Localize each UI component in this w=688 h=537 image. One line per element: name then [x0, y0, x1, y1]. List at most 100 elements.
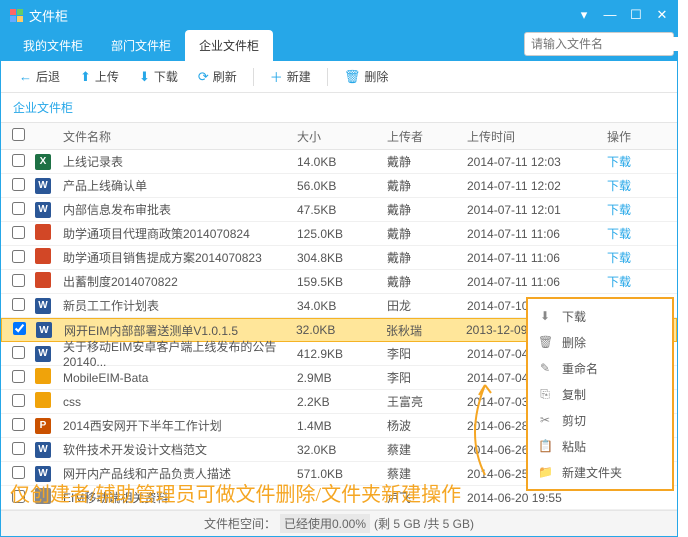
table-row[interactable]: X上线记录表14.0KB戴静2014-07-11 12:03下载: [1, 150, 677, 174]
row-checkbox[interactable]: [12, 154, 25, 167]
context-menu: ⬇下载🗑删除✎重命名⎘复制✂剪切📋粘贴📁新建文件夹: [526, 297, 674, 491]
menu-item[interactable]: 📋粘贴: [528, 433, 672, 459]
file-size: 125.0KB: [297, 227, 387, 241]
dropdown-button[interactable]: ▾: [577, 7, 591, 23]
titlebar: 文件柜 ▾ — ☐ ✕: [1, 1, 677, 29]
download-link[interactable]: 下载: [607, 203, 631, 217]
col-time[interactable]: 上传时间: [467, 128, 607, 145]
file-name: 内部信息发布审批表: [59, 201, 297, 218]
file-icon: P: [35, 418, 51, 434]
file-name: 助学通项目销售提成方案2014070823: [59, 249, 297, 266]
file-name: 出蓄制度2014070822: [59, 273, 297, 290]
window-controls: ▾ — ☐ ✕: [577, 7, 669, 23]
maximize-button[interactable]: ☐: [629, 7, 643, 23]
file-uploader: 戴静: [387, 153, 467, 170]
menu-icon: 📋: [538, 439, 552, 453]
download-button[interactable]: ⬇下载: [131, 65, 186, 88]
download-link[interactable]: 下载: [607, 251, 631, 265]
file-size: 34.0KB: [297, 299, 387, 313]
menu-icon: 🗑: [538, 335, 552, 349]
row-checkbox[interactable]: [12, 442, 25, 455]
file-name: 上线记录表: [59, 153, 297, 170]
file-time: 2014-06-20 19:55: [467, 491, 607, 505]
file-name: MobileEIM-Bata: [59, 371, 297, 385]
row-checkbox[interactable]: [13, 322, 26, 335]
row-checkbox[interactable]: [12, 226, 25, 239]
file-size: 32.0KB: [296, 323, 386, 337]
menu-item[interactable]: ⎘复制: [528, 381, 672, 407]
toolbar: ←后退 ⬆上传 ⬇下载 ⟳刷新 ＋新建 🗑删除: [1, 61, 677, 93]
file-icon: W: [35, 178, 51, 194]
row-checkbox[interactable]: [12, 346, 25, 359]
refresh-button[interactable]: ⟳刷新: [190, 65, 245, 88]
tab-2[interactable]: 企业文件柜: [185, 30, 273, 61]
file-icon: [35, 272, 51, 288]
file-name: 产品上线确认单: [59, 177, 297, 194]
file-time: 2014-07-11 11:06: [467, 275, 607, 289]
menu-item[interactable]: ⬇下载: [528, 303, 672, 329]
col-uploader[interactable]: 上传者: [387, 128, 467, 145]
menu-item[interactable]: ✎重命名: [528, 355, 672, 381]
menu-label: 重命名: [562, 360, 598, 377]
table-row[interactable]: 助学通项目代理商政策2014070824125.0KB戴静2014-07-11 …: [1, 222, 677, 246]
file-uploader: 蔡建: [387, 441, 467, 458]
col-name[interactable]: 文件名称: [59, 128, 297, 145]
menu-label: 下载: [562, 308, 586, 325]
file-name: 助学通项目代理商政策2014070824: [59, 225, 297, 242]
file-size: 2.9MB: [297, 371, 387, 385]
menu-item[interactable]: 🗑删除: [528, 329, 672, 355]
file-size: 412.9KB: [297, 347, 387, 361]
file-name: 网开EIM内部部署送测单V1.0.1.5: [60, 322, 296, 339]
row-checkbox[interactable]: [12, 394, 25, 407]
upload-button[interactable]: ⬆上传: [72, 65, 127, 88]
table-header: 文件名称 大小 上传者 上传时间 操作: [1, 122, 677, 150]
col-size[interactable]: 大小: [297, 128, 387, 145]
row-checkbox[interactable]: [12, 250, 25, 263]
menu-icon: 📁: [538, 465, 552, 479]
row-checkbox[interactable]: [12, 370, 25, 383]
tab-1[interactable]: 部门文件柜: [97, 30, 185, 61]
back-button[interactable]: ←后退: [11, 65, 68, 88]
breadcrumb[interactable]: 企业文件柜: [1, 93, 677, 122]
table-row[interactable]: 助学通项目销售提成方案2014070823304.8KB戴静2014-07-11…: [1, 246, 677, 270]
select-all-checkbox[interactable]: [12, 128, 25, 141]
table-row[interactable]: 出蓄制度2014070822159.5KB戴静2014-07-11 11:06下…: [1, 270, 677, 294]
search-input[interactable]: [525, 37, 688, 51]
menu-item[interactable]: 📁新建文件夹: [528, 459, 672, 485]
file-time: 2014-07-11 11:06: [467, 227, 607, 241]
file-icon: [35, 248, 51, 264]
new-button[interactable]: ＋新建: [262, 64, 319, 89]
row-checkbox[interactable]: [12, 178, 25, 191]
row-checkbox[interactable]: [12, 274, 25, 287]
menu-item[interactable]: ✂剪切: [528, 407, 672, 433]
file-name: 新员工工作计划表: [59, 297, 297, 314]
tab-0[interactable]: 我的文件柜: [9, 30, 97, 61]
menu-icon: ✂: [538, 413, 552, 427]
file-uploader: 田龙: [387, 297, 467, 314]
file-icon: W: [35, 346, 51, 362]
table-row[interactable]: W内部信息发布审批表47.5KB戴静2014-07-11 12:01下载: [1, 198, 677, 222]
row-checkbox[interactable]: [12, 418, 25, 431]
back-icon: ←: [19, 69, 32, 84]
footer-label: 文件柜空间：: [204, 515, 276, 532]
table-row[interactable]: W产品上线确认单56.0KB戴静2014-07-11 12:02下载: [1, 174, 677, 198]
file-name: 软件技术开发设计文档范文: [59, 441, 297, 458]
file-icon: W: [35, 298, 51, 314]
file-uploader: 李阳: [387, 345, 467, 362]
minimize-button[interactable]: —: [603, 7, 617, 23]
file-time: 2014-07-11 12:02: [467, 179, 607, 193]
download-link[interactable]: 下载: [607, 155, 631, 169]
download-link[interactable]: 下载: [607, 275, 631, 289]
delete-button[interactable]: 🗑删除: [336, 65, 397, 88]
file-size: 304.8KB: [297, 251, 387, 265]
file-uploader: 戴静: [387, 201, 467, 218]
row-checkbox[interactable]: [12, 466, 25, 479]
row-checkbox[interactable]: [12, 202, 25, 215]
row-checkbox[interactable]: [12, 298, 25, 311]
close-button[interactable]: ✕: [655, 7, 669, 23]
upload-icon: ⬆: [80, 69, 91, 85]
file-uploader: 戴静: [387, 177, 467, 194]
file-icon: [35, 392, 51, 408]
download-link[interactable]: 下载: [607, 179, 631, 193]
download-link[interactable]: 下载: [607, 227, 631, 241]
